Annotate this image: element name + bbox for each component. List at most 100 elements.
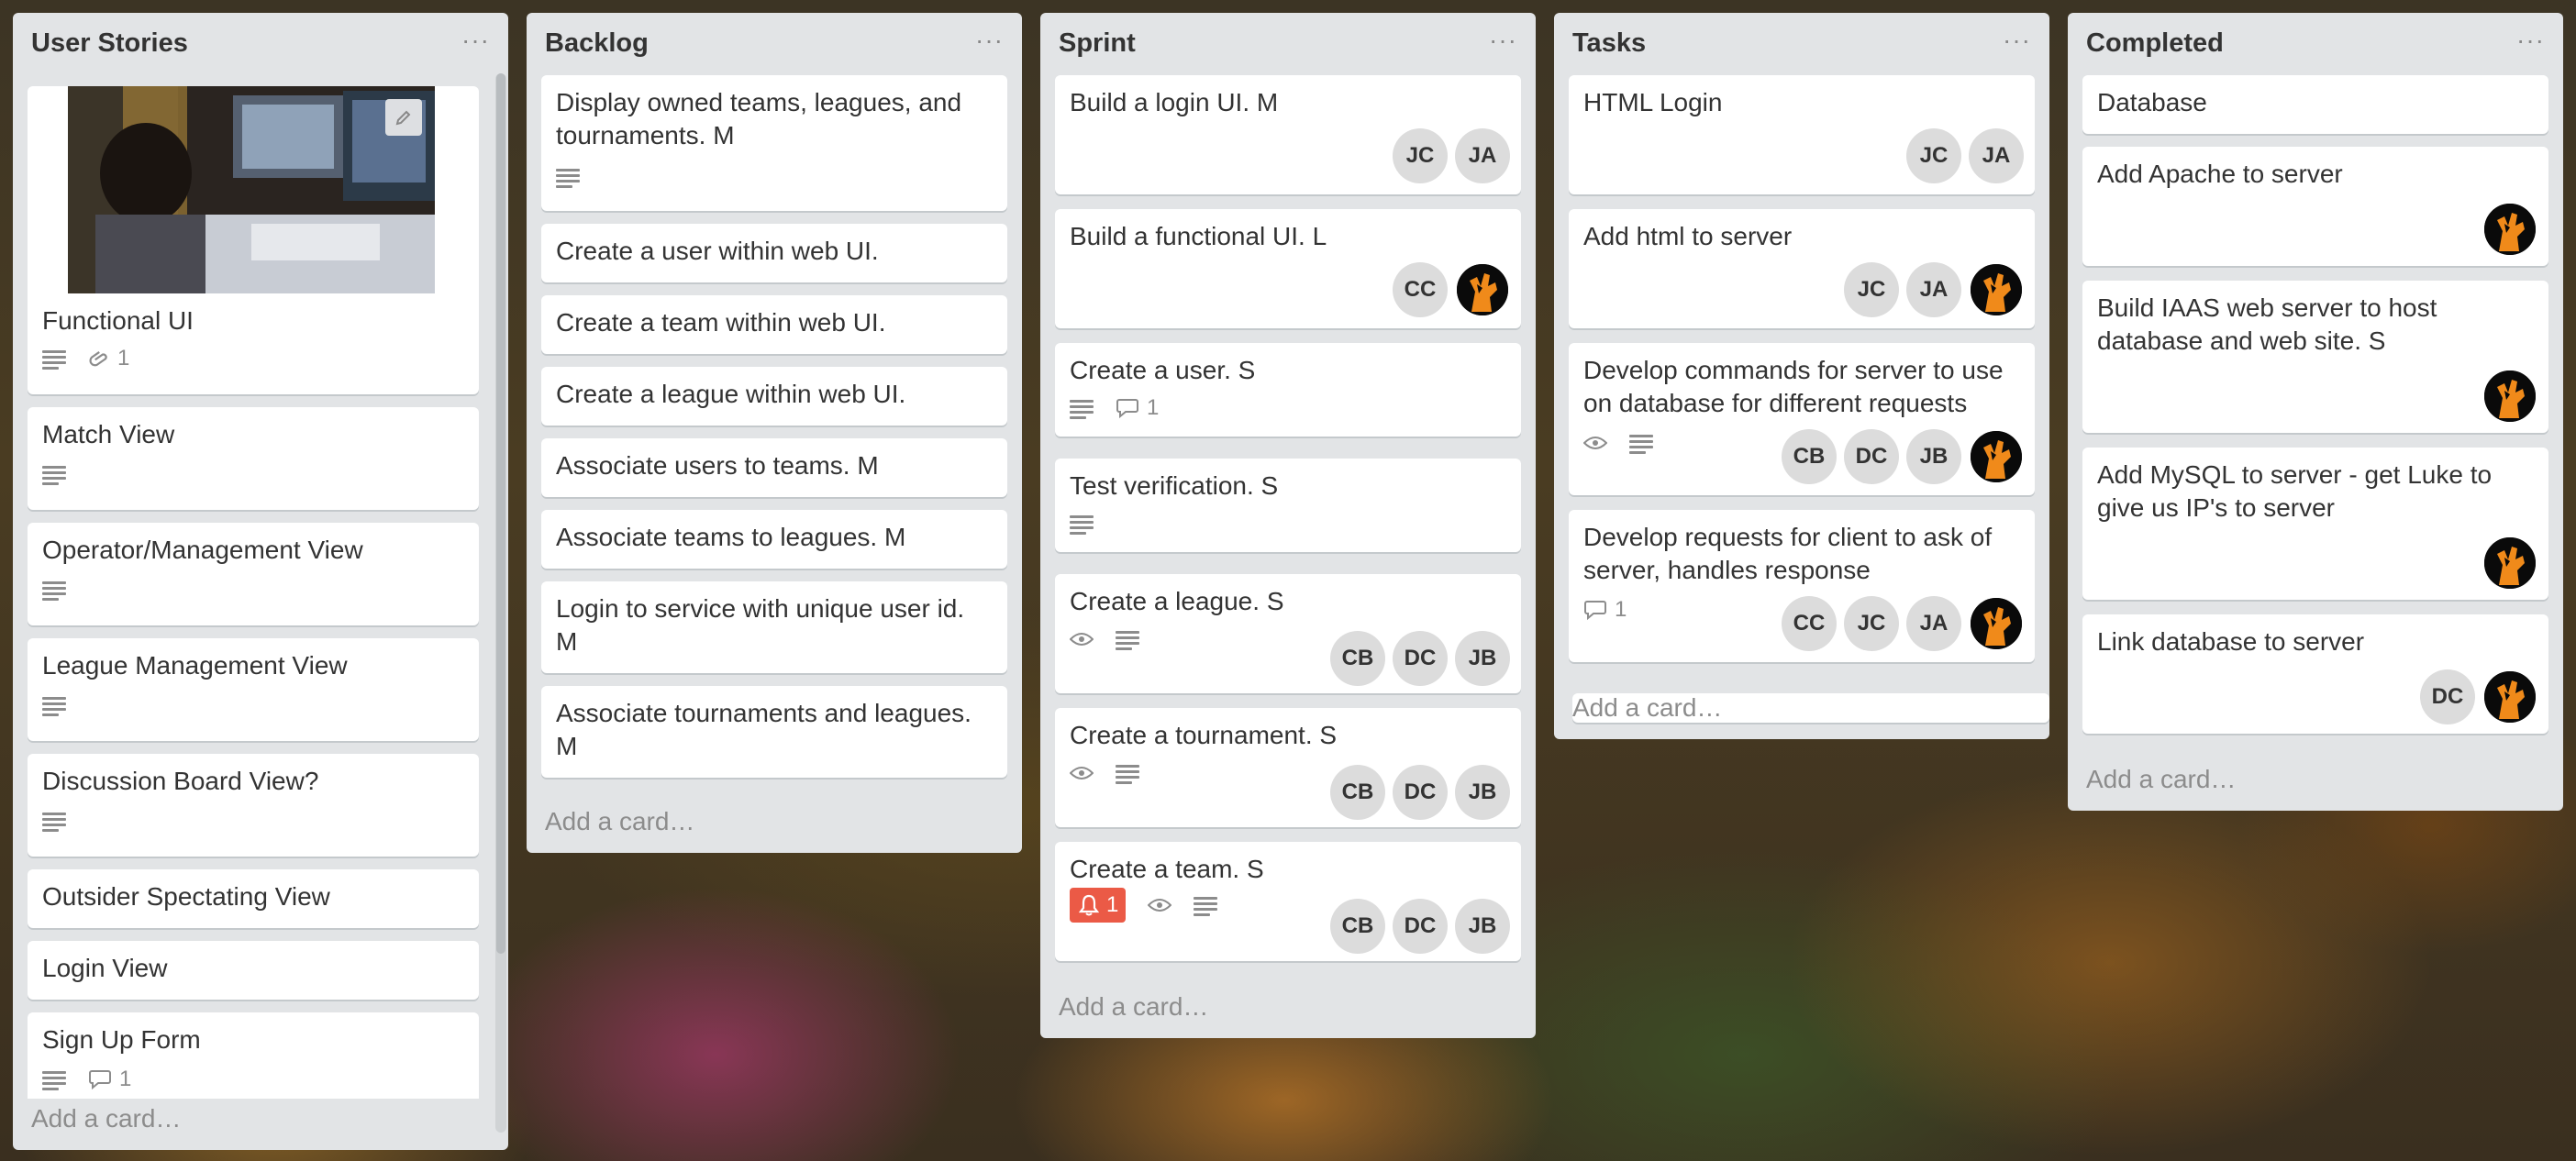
- card-database[interactable]: Database: [2082, 75, 2548, 134]
- menu-dots-icon[interactable]: ···: [461, 26, 490, 55]
- card-add-html[interactable]: Add html to server JC JA: [1569, 209, 2035, 328]
- card-title: Develop commands for server to use on da…: [1583, 356, 2004, 417]
- avatar[interactable]: CB: [1782, 429, 1837, 484]
- card-link-database[interactable]: Link database to server DC: [2082, 614, 2548, 734]
- list-title[interactable]: Tasks: [1572, 28, 1646, 59]
- card-sign-up-form[interactable]: Sign Up Form 1: [28, 1012, 479, 1099]
- list-title[interactable]: Backlog: [545, 28, 649, 59]
- card-display-owned[interactable]: Display owned teams, leagues, and tourna…: [541, 75, 1007, 211]
- avatar[interactable]: DC: [1393, 765, 1448, 820]
- menu-dots-icon[interactable]: ···: [2516, 26, 2545, 55]
- card-discussion-board-view[interactable]: Discussion Board View?: [28, 754, 479, 857]
- card-add-apache[interactable]: Add Apache to server: [2082, 147, 2548, 266]
- card-html-login[interactable]: HTML Login JC JA: [1569, 75, 2035, 194]
- avatar-photo[interactable]: [1455, 262, 1510, 317]
- list-scrollbar[interactable]: [495, 73, 506, 1133]
- card-functional-ui[interactable]: Functional UI 1: [28, 86, 479, 394]
- list-sprint: Sprint ··· Build a login UI. M JC JA Bui…: [1040, 13, 1536, 1038]
- avatar[interactable]: CC: [1393, 262, 1448, 317]
- card-develop-requests[interactable]: Develop requests for client to ask of se…: [1569, 510, 2035, 662]
- card-build-functional-ui[interactable]: Build a functional UI. L CC: [1055, 209, 1521, 328]
- list-title[interactable]: User Stories: [31, 28, 188, 59]
- avatar[interactable]: JC: [1393, 128, 1448, 183]
- avatar[interactable]: JA: [1455, 128, 1510, 183]
- card-create-user-s[interactable]: Create a user. S 1: [1055, 343, 1521, 437]
- card-outsider-spectating-view[interactable]: Outsider Spectating View: [28, 869, 479, 928]
- avatar-photo[interactable]: [1969, 429, 2024, 484]
- card-associate-users[interactable]: Associate users to teams. M: [541, 438, 1007, 497]
- avatar[interactable]: JB: [1455, 765, 1510, 820]
- card-test-verification[interactable]: Test verification. S: [1055, 459, 1521, 552]
- add-card-link[interactable]: Add a card…: [1059, 992, 1208, 1022]
- avatar-photo[interactable]: [2482, 369, 2537, 424]
- avatar[interactable]: JB: [1906, 429, 1961, 484]
- card-create-league-s[interactable]: Create a league. S CB DC JB: [1055, 574, 1521, 693]
- card-build-login-ui[interactable]: Build a login UI. M JC JA: [1055, 75, 1521, 194]
- card-members: [2475, 202, 2537, 257]
- card-title: Build IAAS web server to host database a…: [2097, 293, 2437, 355]
- card-badges: 1: [1583, 596, 1649, 624]
- watch-icon: [1148, 897, 1172, 913]
- avatar[interactable]: CC: [1782, 596, 1837, 651]
- pencil-icon[interactable]: [385, 99, 422, 136]
- avatar-photo[interactable]: [2482, 202, 2537, 257]
- bell-icon: [1079, 894, 1099, 916]
- card-badges: 1: [1070, 888, 1239, 923]
- card-operator-management-view[interactable]: Operator/Management View: [28, 523, 479, 625]
- avatar[interactable]: DC: [1844, 429, 1899, 484]
- alert-count: 1: [1106, 892, 1119, 917]
- add-card-link[interactable]: Add a card…: [2086, 765, 2236, 794]
- add-card-link[interactable]: Add a card…: [545, 807, 694, 836]
- avatar-photo[interactable]: [2482, 669, 2537, 724]
- menu-dots-icon[interactable]: ···: [975, 26, 1004, 55]
- card-build-iaas[interactable]: Build IAAS web server to host database a…: [2082, 281, 2548, 433]
- list-cards-viewport: Functional UI 1 Match View Operator/Mana…: [13, 73, 508, 1099]
- card-create-team-s[interactable]: Create a team. S 1 CB DC JB: [1055, 842, 1521, 961]
- avatar[interactable]: DC: [1393, 631, 1448, 686]
- avatar[interactable]: JB: [1455, 899, 1510, 954]
- avatar[interactable]: JC: [1906, 128, 1961, 183]
- comment-icon: [1583, 599, 1607, 621]
- avatar[interactable]: CB: [1330, 631, 1385, 686]
- avatar[interactable]: JC: [1844, 262, 1899, 317]
- card-create-league[interactable]: Create a league within web UI.: [541, 367, 1007, 426]
- avatar[interactable]: JB: [1455, 631, 1510, 686]
- avatar-photo[interactable]: [1969, 262, 2024, 317]
- avatar[interactable]: DC: [1393, 899, 1448, 954]
- avatar[interactable]: JC: [1844, 596, 1899, 651]
- add-card-link[interactable]: Add a card…: [31, 1104, 181, 1133]
- card-login-service[interactable]: Login to service with unique user id. M: [541, 581, 1007, 673]
- card-create-tournament-s[interactable]: Create a tournament. S CB DC JB: [1055, 708, 1521, 827]
- card-associate-teams[interactable]: Associate teams to leagues. M: [541, 510, 1007, 569]
- avatar[interactable]: JA: [1906, 596, 1961, 651]
- list-title[interactable]: Sprint: [1059, 28, 1136, 59]
- list-title[interactable]: Completed: [2086, 28, 2224, 59]
- card-add-mysql[interactable]: Add MySQL to server - get Luke to give u…: [2082, 448, 2548, 600]
- card-login-view[interactable]: Login View: [28, 941, 479, 1000]
- avatar[interactable]: JA: [1906, 262, 1961, 317]
- comment-badge: 1: [1116, 395, 1159, 421]
- card-league-management-view[interactable]: League Management View: [28, 638, 479, 741]
- scroll-thumb[interactable]: [496, 73, 505, 954]
- avatar-photo[interactable]: [2482, 536, 2537, 591]
- card-match-view[interactable]: Match View: [28, 407, 479, 510]
- card-associate-tournaments[interactable]: Associate tournaments and leagues. M: [541, 686, 1007, 778]
- card-title: Match View: [42, 420, 175, 448]
- card-cover-image: [68, 86, 435, 293]
- avatar[interactable]: CB: [1330, 765, 1385, 820]
- card-badges: [556, 163, 602, 191]
- card-develop-commands[interactable]: Develop commands for server to use on da…: [1569, 343, 2035, 495]
- card-badges: 1: [42, 345, 151, 372]
- add-card-link[interactable]: Add a card…: [1572, 693, 2049, 723]
- card-create-user[interactable]: Create a user within web UI.: [541, 224, 1007, 282]
- avatar[interactable]: CB: [1330, 899, 1385, 954]
- card-members: CC JC JA: [1774, 596, 2024, 651]
- list-tasks: Tasks ··· HTML Login JC JA Add html to s…: [1554, 13, 2049, 739]
- avatar[interactable]: JA: [1969, 128, 2024, 183]
- menu-dots-icon[interactable]: ···: [2003, 26, 2031, 55]
- avatar[interactable]: DC: [2420, 669, 2475, 724]
- avatar-photo[interactable]: [1969, 596, 2024, 651]
- menu-dots-icon[interactable]: ···: [1489, 26, 1517, 55]
- description-icon: [1116, 764, 1139, 784]
- card-create-team[interactable]: Create a team within web UI.: [541, 295, 1007, 354]
